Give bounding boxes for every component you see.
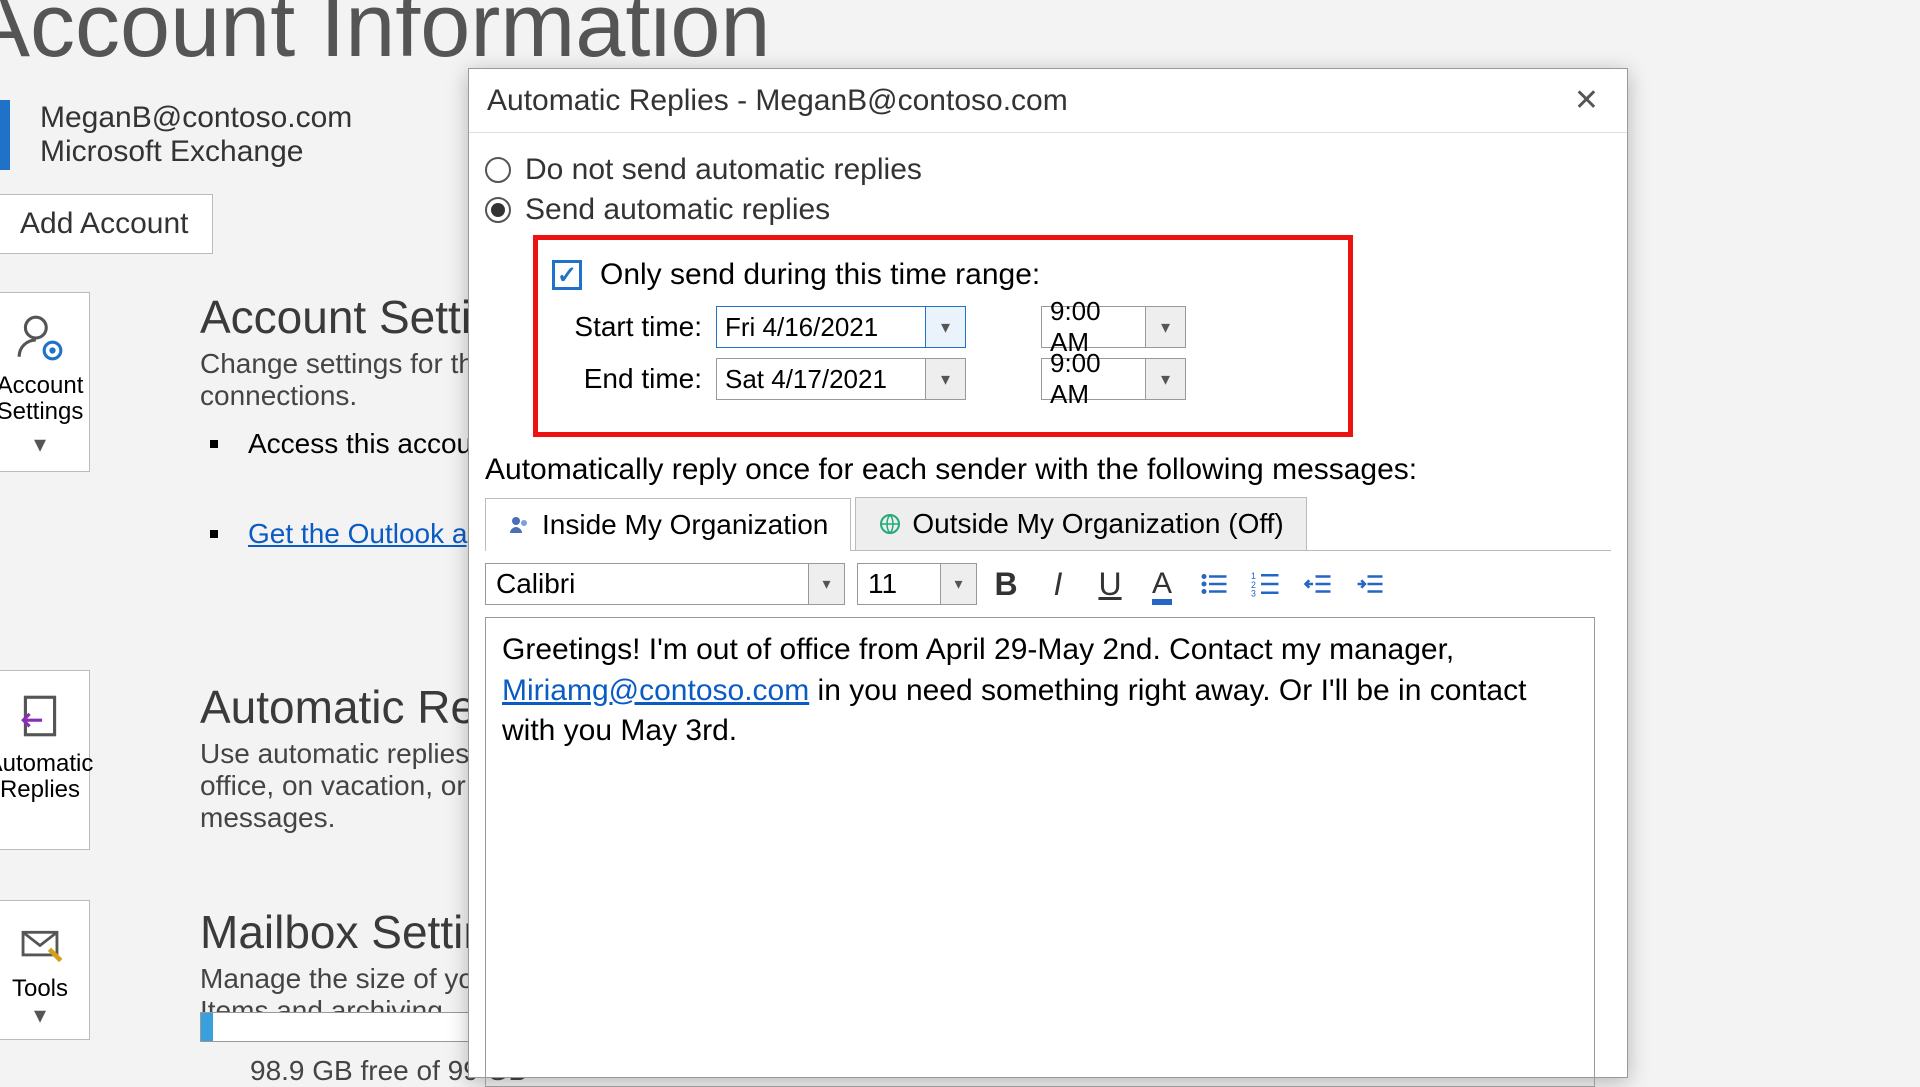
font-size-value: 11 xyxy=(858,568,940,600)
chevron-down-icon[interactable] xyxy=(808,564,844,604)
tile-label: Tools xyxy=(12,976,68,1002)
time-range-highlight: ✓ Only send during this time range: Star… xyxy=(533,235,1353,437)
indent-icon xyxy=(1355,569,1385,599)
end-time-value: 9:00 AM xyxy=(1042,348,1145,410)
start-time-label: Start time: xyxy=(552,311,702,343)
italic-button[interactable]: I xyxy=(1035,561,1081,607)
auto-reply-icon xyxy=(15,691,65,741)
radio-icon xyxy=(485,197,511,223)
format-toolbar: Calibri 11 B I U A 1 xyxy=(485,551,1611,617)
mailbox-quota-fill xyxy=(201,1013,213,1041)
tile-label: Automatic xyxy=(0,751,93,777)
manager-email-link[interactable]: Miriamg@contoso.com xyxy=(502,674,809,707)
chevron-down-icon xyxy=(34,1003,46,1029)
close-icon: ✕ xyxy=(1574,84,1599,117)
underline-button[interactable]: U xyxy=(1087,561,1133,607)
tile-account-settings[interactable]: Account Settings xyxy=(0,292,90,472)
add-account-button[interactable]: Add Account xyxy=(0,194,213,254)
bullet-icon xyxy=(210,440,218,448)
automatic-replies-dialog: Automatic Replies - MeganB@contoso.com ✕… xyxy=(468,68,1628,1078)
tab-label: Inside My Organization xyxy=(542,509,828,541)
bold-button[interactable]: B xyxy=(983,561,1029,607)
font-color-button[interactable]: A xyxy=(1139,561,1185,607)
outdent-icon xyxy=(1303,569,1333,599)
checkbox-time-range[interactable]: ✓ Only send during this time range: xyxy=(552,258,1334,292)
number-list-icon: 1 2 3 xyxy=(1251,569,1281,599)
radio-do-not-send[interactable]: Do not send automatic replies xyxy=(485,153,1611,187)
bullet-list-button[interactable] xyxy=(1191,561,1237,607)
end-date-combo[interactable]: Sat 4/17/2021 xyxy=(716,358,966,400)
page-title: Account Information xyxy=(0,0,770,78)
tile-label: Account xyxy=(0,373,83,399)
account-type: Microsoft Exchange xyxy=(40,135,352,169)
tile-label: Settings xyxy=(0,399,83,425)
start-time-combo[interactable]: 9:00 AM xyxy=(1041,306,1186,348)
tab-label: Outside My Organization (Off) xyxy=(912,508,1283,540)
auto-reply-hint: Automatically reply once for each sender… xyxy=(485,453,1611,487)
account-header: MeganB@contoso.com Microsoft Exchange xyxy=(0,100,352,170)
tile-automatic-replies[interactable]: Automatic Replies xyxy=(0,670,90,850)
svg-text:3: 3 xyxy=(1251,589,1256,599)
radio-label: Send automatic replies xyxy=(525,193,830,227)
tile-tools[interactable]: Tools xyxy=(0,900,90,1040)
start-date-value: Fri 4/16/2021 xyxy=(717,312,925,343)
tab-outside-org[interactable]: Outside My Organization (Off) xyxy=(855,497,1306,550)
account-color-bar xyxy=(0,100,10,170)
checkbox-label: Only send during this time range: xyxy=(600,258,1040,292)
mailbox-tools-icon xyxy=(15,921,65,966)
dialog-titlebar: Automatic Replies - MeganB@contoso.com ✕ xyxy=(469,69,1627,133)
font-color-icon: A xyxy=(1152,567,1172,601)
chevron-down-icon[interactable] xyxy=(1145,359,1185,399)
dialog-close-button[interactable]: ✕ xyxy=(1564,79,1609,122)
account-email: MeganB@contoso.com xyxy=(40,101,352,135)
tab-inside-org[interactable]: Inside My Organization xyxy=(485,498,851,551)
chevron-down-icon[interactable] xyxy=(1145,307,1185,347)
bullet-outlook-app: Get the Outlook app xyxy=(200,518,499,550)
tile-label: Replies xyxy=(0,777,80,803)
radio-icon xyxy=(485,157,511,183)
end-time-combo[interactable]: 9:00 AM xyxy=(1041,358,1186,400)
font-size-combo[interactable]: 11 xyxy=(857,563,977,605)
bullet-icon xyxy=(210,530,218,538)
outdent-button[interactable] xyxy=(1295,561,1341,607)
radio-label: Do not send automatic replies xyxy=(525,153,922,187)
reply-message-editor[interactable]: Greetings! I'm out of office from April … xyxy=(485,617,1595,1087)
end-date-value: Sat 4/17/2021 xyxy=(717,364,925,395)
chevron-down-icon[interactable] xyxy=(925,307,965,347)
chevron-down-icon[interactable] xyxy=(925,359,965,399)
font-name-value: Calibri xyxy=(486,568,808,600)
number-list-button[interactable]: 1 2 3 xyxy=(1243,561,1289,607)
checkbox-icon: ✓ xyxy=(552,260,582,290)
dialog-title: Automatic Replies - MeganB@contoso.com xyxy=(487,84,1068,118)
message-text: Greetings! I'm out of office from April … xyxy=(502,633,1454,666)
chevron-down-icon xyxy=(34,432,46,458)
font-name-combo[interactable]: Calibri xyxy=(485,563,845,605)
indent-button[interactable] xyxy=(1347,561,1393,607)
start-date-combo[interactable]: Fri 4/16/2021 xyxy=(716,306,966,348)
reply-tabs: Inside My Organization Outside My Organi… xyxy=(485,497,1611,551)
outside-org-icon xyxy=(878,512,902,536)
person-gear-icon xyxy=(15,313,65,363)
chevron-down-icon[interactable] xyxy=(940,564,976,604)
radio-send[interactable]: Send automatic replies xyxy=(485,193,1611,227)
get-outlook-app-link[interactable]: Get the Outlook app xyxy=(248,518,499,550)
end-time-label: End time: xyxy=(552,363,702,395)
bullet-list-icon xyxy=(1199,569,1229,599)
inside-org-icon xyxy=(508,513,532,537)
